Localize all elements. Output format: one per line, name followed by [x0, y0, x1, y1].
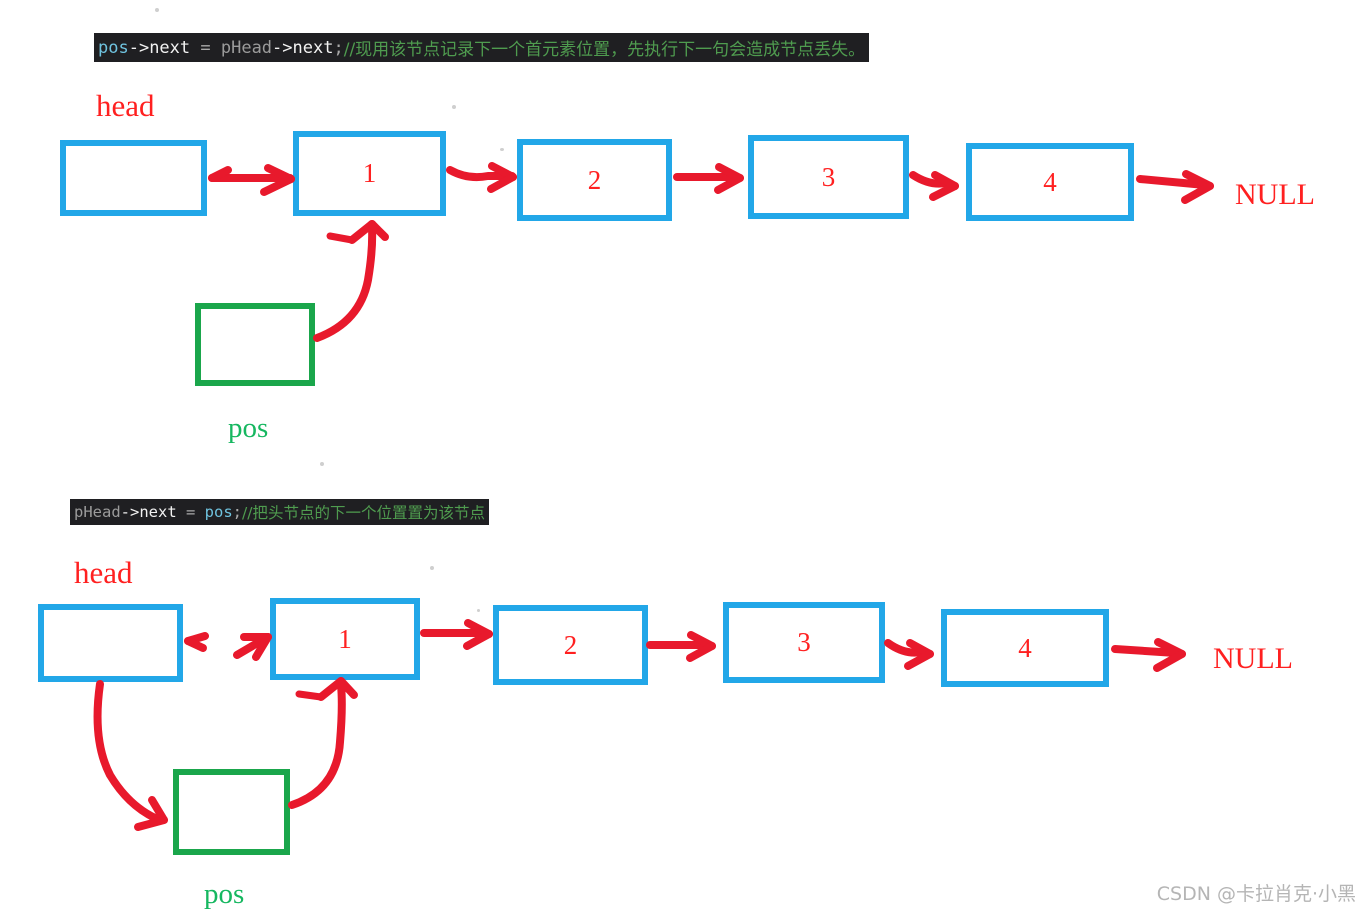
node-value: 2 [563, 629, 578, 660]
watermark: CSDN @卡拉肖克·小黑 [1156, 883, 1356, 905]
code-token-operator: = [176, 503, 205, 521]
code-snippet-2: pHead ->next = pos;//把头节点的下一个位置置为该节点 [70, 499, 489, 525]
code-token-member: ->next [120, 503, 177, 521]
pos-label-2: pos [204, 878, 245, 910]
list-node-box-2-4: 4 [941, 609, 1109, 687]
code-token-variable: pos [98, 37, 129, 58]
node-value: 4 [1043, 166, 1057, 197]
arrowhead-pos-node1-c [326, 232, 356, 244]
arrow-node1-to-node2-1 [446, 166, 516, 182]
head-node-box-1 [60, 140, 207, 216]
arrow-node4-to-null-2 [1111, 645, 1180, 657]
pos-label-1: pos [228, 412, 269, 444]
arrowhead-node3-b [714, 174, 744, 194]
arrowhead-node2-a [488, 162, 517, 181]
pos-node-box-1 [195, 303, 315, 386]
code-token-operator: = [190, 37, 221, 58]
arrowhead-head-pos-a [148, 796, 168, 824]
arrowhead-node4-2b [904, 650, 934, 670]
arrow-node3-to-node4-2 [884, 639, 925, 657]
arrowhead-node3-a [715, 163, 744, 182]
head-node-box-2 [38, 604, 183, 682]
arrowhead-right-1b [260, 175, 295, 196]
arrowhead-pos-node1-a [348, 220, 376, 244]
arrowhead-left-1 [208, 166, 232, 182]
list-node-box-1-1: 1 [293, 131, 446, 216]
arrowhead-node2-b [487, 173, 517, 193]
list-node-box-1-3: 3 [748, 135, 909, 219]
scan-speck [155, 8, 159, 12]
arrowhead-right-1a [264, 164, 295, 183]
diagram-canvas: pos ->next = pHead ->next;//现用该节点记录下一个首元素位… [0, 0, 1372, 916]
arrowhead-node2-2b [463, 630, 493, 650]
arrowhead-node3-2a [687, 631, 716, 650]
arrowhead-into-node1-2b [252, 633, 272, 661]
arrow-into-node1-2 [233, 634, 270, 659]
arrowhead-node4-a [931, 171, 959, 190]
list-node-box-1-2: 2 [517, 139, 672, 221]
pos-node-box-2 [173, 769, 290, 855]
arrowhead-node3-2b [686, 642, 716, 662]
arrowhead-node2-2a [464, 619, 493, 638]
code-token-semicolon: ; [232, 503, 243, 521]
code-token-semicolon: ; [333, 37, 344, 58]
node-value: 4 [1018, 632, 1032, 663]
arrow-pos-to-node1-2 [288, 681, 346, 809]
code-token-member: ->next [128, 37, 191, 58]
code-comment: //现用该节点记录下一个首元素位置，先执行下一句会造成节点丢失。 [343, 40, 866, 60]
scan-speck [430, 566, 434, 570]
arrow-pos-to-node1-1 [313, 224, 377, 342]
arrow-head-to-pos-2 [93, 680, 159, 822]
arrowhead-pos-node1-b [368, 220, 389, 241]
code-token-member-2: ->next [272, 37, 334, 58]
node-value: 3 [821, 161, 836, 192]
node-value: 1 [338, 623, 352, 654]
scan-speck [320, 462, 324, 466]
arrowhead-head-pos-b [134, 816, 168, 831]
list-node-box-1-4: 4 [966, 143, 1134, 221]
arrowhead-null-2b [1153, 650, 1186, 672]
arrowhead-into-head-2a [184, 632, 209, 645]
arrowhead-node4-b [929, 182, 959, 201]
node-value: 2 [587, 164, 602, 195]
node-value: 1 [362, 158, 377, 188]
code-comment: //把头节点的下一个位置置为该节点 [242, 504, 485, 522]
arrowhead-null-1a [1182, 170, 1214, 190]
arrowhead-node4-2a [906, 639, 934, 658]
arrowhead-into-head-2b [184, 637, 207, 652]
head-label-2: head [74, 555, 133, 590]
list-node-box-2-3: 3 [723, 602, 885, 683]
arrowhead-pos-node1-2b [337, 677, 358, 699]
arrowhead-pos-node1-2c [295, 690, 325, 701]
arrowhead-null-2a [1154, 638, 1186, 658]
code-token-variable: pos [204, 503, 233, 521]
list-node-box-2-1: 1 [270, 598, 420, 680]
arrow-node4-to-null-1 [1136, 175, 1209, 189]
scan-speck [500, 148, 504, 151]
list-node-box-2-2: 2 [493, 605, 648, 685]
arrowhead-null-1b [1181, 182, 1214, 204]
null-label-1: NULL [1235, 178, 1315, 211]
arrow-node3-to-node4-1 [909, 171, 950, 188]
code-token-identifier: pHead [220, 37, 273, 58]
head-label-1: head [96, 88, 155, 123]
scan-speck [477, 609, 480, 612]
arrowhead-pos-node1-2a [317, 677, 345, 701]
code-snippet-1: pos ->next = pHead ->next;//现用该节点记录下一个首元素位… [94, 33, 870, 62]
null-label-2: NULL [1213, 642, 1293, 675]
node-value: 3 [797, 627, 811, 657]
scan-speck [452, 105, 456, 109]
code-token-identifier: pHead [74, 503, 121, 521]
